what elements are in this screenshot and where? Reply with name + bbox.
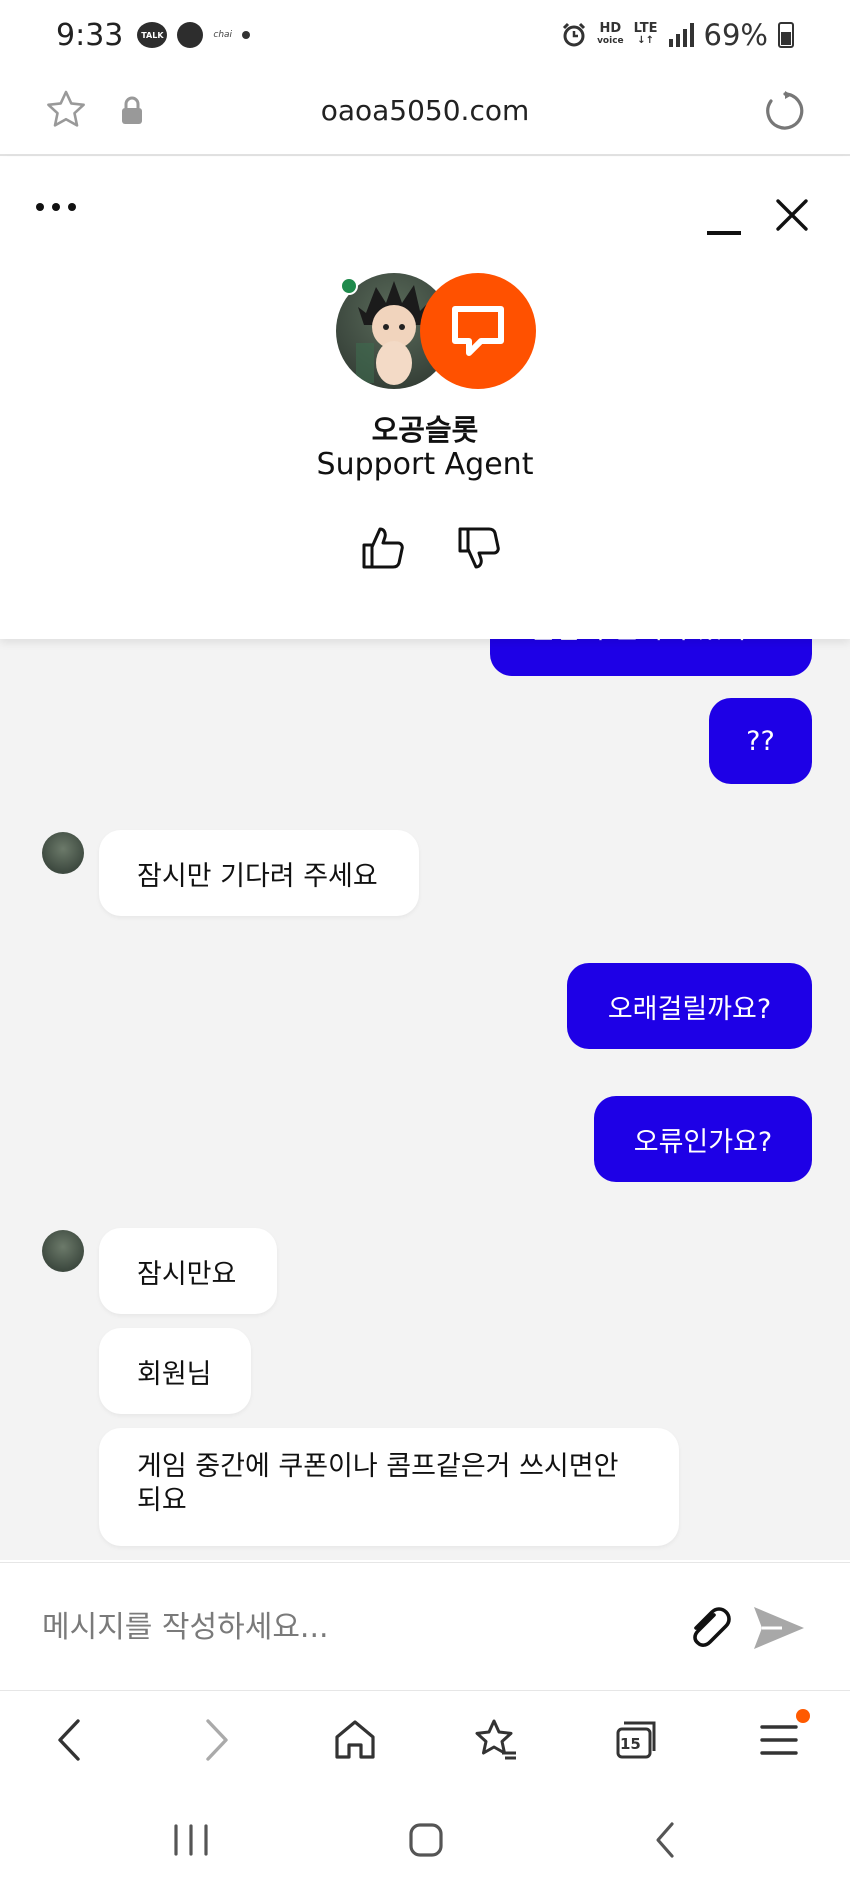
forward-icon[interactable]: [196, 1717, 236, 1763]
chai-icon: chai: [213, 30, 233, 40]
outgoing-message: 오래걸릴까요?: [567, 963, 812, 1049]
menu-notification-dot: [796, 1709, 810, 1723]
agent-role: Support Agent: [316, 447, 534, 482]
agent-avatar-small: [42, 1230, 84, 1272]
lte-icon: LTE ↓↑: [633, 21, 658, 46]
system-status: HD voice LTE ↓↑ 69%: [561, 18, 794, 52]
incoming-message: 회원님: [99, 1328, 251, 1414]
incoming-message: 잠시만 기다려 주세요: [99, 830, 419, 916]
system-navigation-bar: [0, 1790, 850, 1889]
recent-apps-icon[interactable]: [170, 1820, 212, 1860]
more-options-button[interactable]: [36, 197, 86, 217]
hd-voice-icon: HD voice: [597, 21, 624, 46]
thumbs-up-icon[interactable]: [360, 525, 406, 571]
online-status-icon: [340, 277, 358, 295]
signal-icon: [668, 23, 694, 47]
agent-avatars: [336, 273, 536, 391]
bookmarks-icon[interactable]: [472, 1717, 518, 1763]
browser-toolbar: 15: [0, 1690, 850, 1790]
status-bar: 9:33 TALK chai HD voice LTE ↓↑ 69%: [0, 0, 850, 70]
agent-avatar-small: [42, 832, 84, 874]
chat-messages[interactable]: 콜심이 원의이 있어요 ?? 잠시만 기다려 주세요 오래걸릴까요? 오류인가요…: [0, 620, 850, 1560]
battery-icon: [778, 22, 794, 48]
outgoing-message: ??: [709, 698, 812, 784]
message-composer: [0, 1562, 850, 1690]
menu-icon[interactable]: [758, 1717, 802, 1763]
close-icon[interactable]: [772, 195, 812, 235]
attachment-icon[interactable]: [684, 1603, 734, 1653]
notification-icons: TALK chai: [137, 22, 251, 48]
reload-icon[interactable]: [762, 88, 808, 134]
livechat-logo-icon: [420, 273, 536, 389]
home-icon[interactable]: [332, 1717, 378, 1763]
account-icon: [177, 22, 204, 48]
alarm-icon: [563, 22, 586, 47]
back-nav-icon[interactable]: [650, 1820, 680, 1860]
tabs-count: 15: [620, 1735, 641, 1753]
more-notifications-icon: [242, 31, 251, 39]
url-text[interactable]: oaoa5050.com: [0, 94, 850, 127]
outgoing-message: 오류인가요?: [594, 1096, 812, 1182]
browser-url-bar: oaoa5050.com: [0, 70, 850, 156]
chat-header: 오공슬롯 Support Agent: [0, 157, 850, 639]
send-icon[interactable]: [752, 1603, 806, 1653]
incoming-message: 게임 중간에 쿠폰이나 콤프같은거 쓰시면안 되요: [99, 1428, 679, 1546]
screen: 9:33 TALK chai HD voice LTE ↓↑ 69% oaoa5…: [0, 0, 850, 1889]
minimize-button[interactable]: [704, 217, 744, 237]
status-time: 9:33: [56, 17, 124, 53]
back-icon[interactable]: [50, 1717, 90, 1763]
message-input[interactable]: [42, 1601, 642, 1653]
agent-name: 오공슬롯: [371, 413, 479, 447]
home-nav-icon[interactable]: [406, 1820, 446, 1860]
kakaotalk-icon: TALK: [137, 22, 168, 48]
incoming-message: 잠시만요: [99, 1228, 277, 1314]
battery-level: 69%: [703, 18, 768, 52]
thumbs-down-icon[interactable]: [456, 525, 502, 571]
